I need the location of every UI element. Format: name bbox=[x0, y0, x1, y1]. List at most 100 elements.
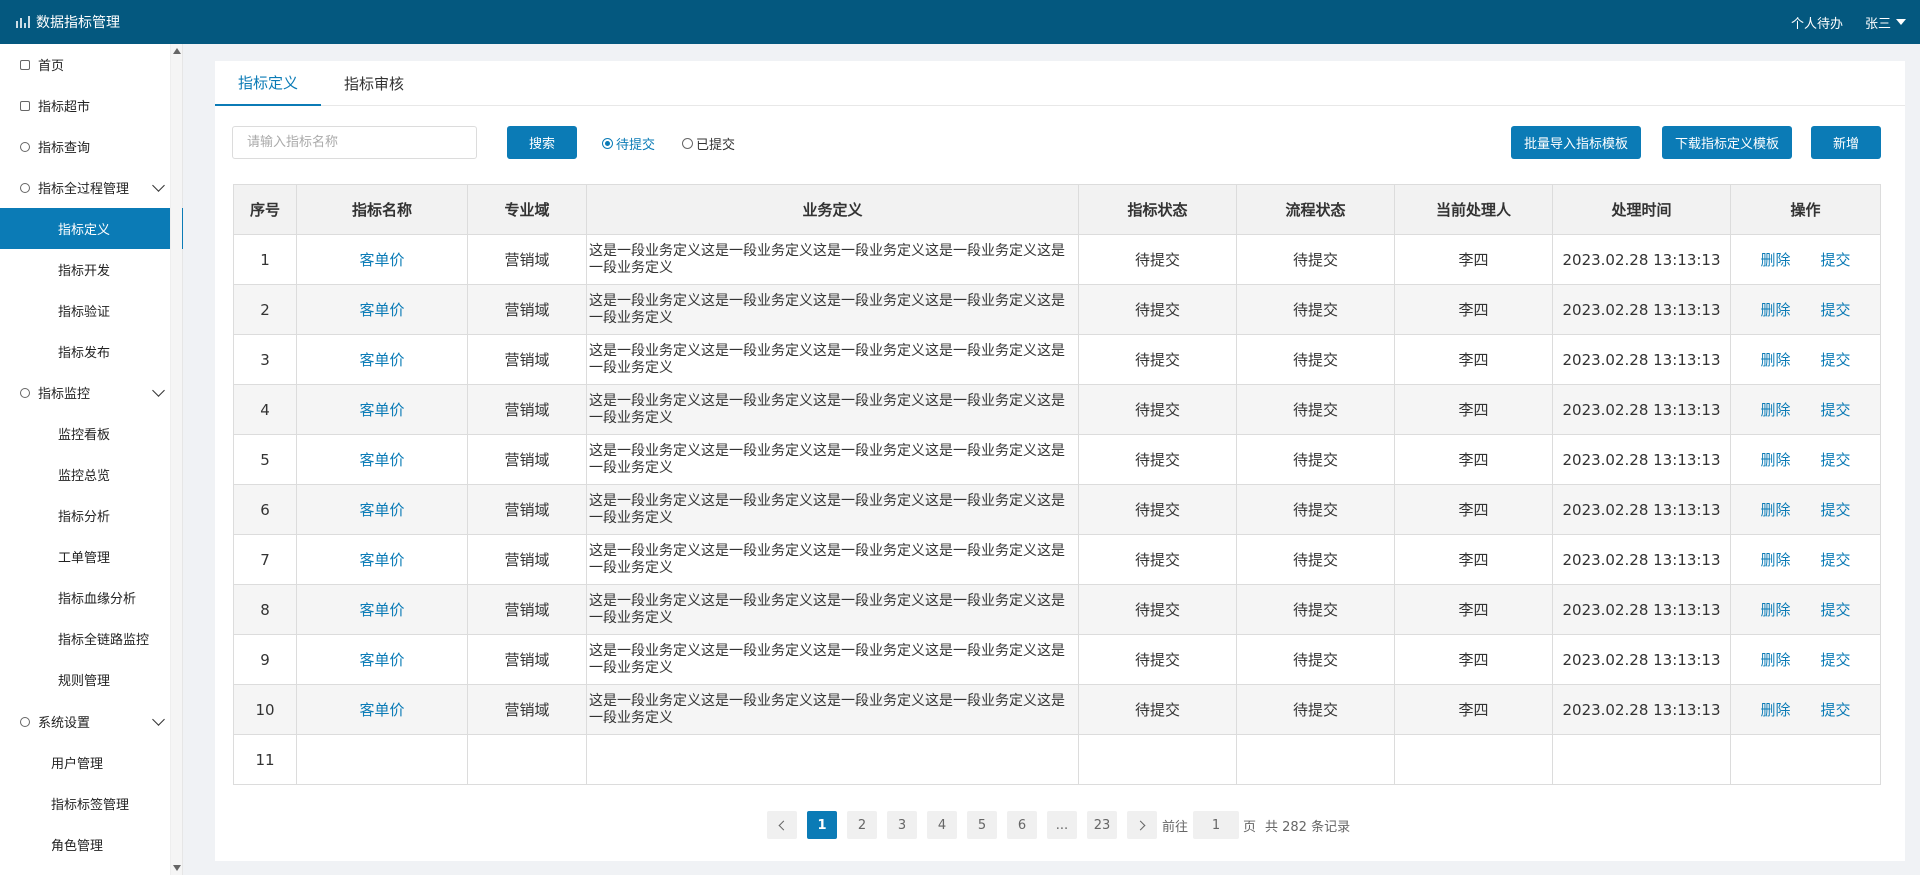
submit-link[interactable]: 提交 bbox=[1821, 551, 1851, 569]
delete-link[interactable]: 删除 bbox=[1760, 701, 1790, 719]
delete-link[interactable]: 删除 bbox=[1760, 301, 1790, 319]
delete-link[interactable]: 删除 bbox=[1760, 251, 1790, 269]
scroll-down-icon[interactable] bbox=[173, 865, 181, 871]
next-page-button[interactable] bbox=[1127, 811, 1157, 839]
search-button[interactable]: 搜索 bbox=[507, 126, 577, 159]
submit-link[interactable]: 提交 bbox=[1821, 701, 1851, 719]
page-button[interactable]: 1 bbox=[807, 811, 837, 839]
sidebar-scrollbar[interactable] bbox=[170, 44, 182, 875]
batch-import-button[interactable]: 批量导入指标模板 bbox=[1511, 126, 1641, 159]
delete-link[interactable]: 删除 bbox=[1760, 451, 1790, 469]
indicator-name-link[interactable]: 客单价 bbox=[359, 551, 404, 569]
submit-link[interactable]: 提交 bbox=[1821, 301, 1851, 319]
top-bar: 数据指标管理 个人待办 张三 bbox=[0, 0, 1920, 44]
user-menu[interactable]: 张三 bbox=[1865, 13, 1906, 32]
personal-todo-link[interactable]: 个人待办 bbox=[1791, 13, 1843, 32]
goto-page-input[interactable] bbox=[1193, 811, 1239, 839]
domain-cell: 营销域 bbox=[467, 684, 587, 735]
sidebar-item-overview[interactable]: 监控总览 bbox=[0, 454, 171, 495]
sidebar-group-settings[interactable]: 系统设置 bbox=[0, 701, 171, 742]
sidebar-item-query[interactable]: 指标查询 bbox=[0, 126, 171, 167]
sidebar-item-publish[interactable]: 指标发布 bbox=[0, 331, 171, 372]
submit-link[interactable]: 提交 bbox=[1821, 501, 1851, 519]
sidebar-item-analysis[interactable]: 指标分析 bbox=[0, 495, 171, 536]
page-button[interactable]: 2 bbox=[847, 811, 877, 839]
operations-cell: 删除 提交 bbox=[1730, 384, 1881, 435]
sidebar-item-users[interactable]: 用户管理 bbox=[0, 742, 171, 783]
page-button[interactable]: 3 bbox=[887, 811, 917, 839]
search-input[interactable] bbox=[232, 126, 477, 159]
submit-link[interactable]: 提交 bbox=[1821, 401, 1851, 419]
sidebar-group-lifecycle[interactable]: 指标全过程管理 bbox=[0, 167, 171, 208]
indicator-name-link[interactable]: 客单价 bbox=[359, 601, 404, 619]
delete-link[interactable]: 删除 bbox=[1760, 601, 1790, 619]
chevron-down-icon bbox=[152, 179, 165, 192]
indicator-name-link[interactable]: 客单价 bbox=[359, 301, 404, 319]
handler-cell: 李四 bbox=[1394, 684, 1553, 735]
tab-review[interactable]: 指标审核 bbox=[321, 61, 427, 106]
prev-page-button[interactable] bbox=[767, 811, 797, 839]
page-button[interactable]: 23 bbox=[1087, 811, 1117, 839]
submit-link[interactable]: 提交 bbox=[1821, 251, 1851, 269]
radio-pending[interactable]: 待提交 bbox=[602, 134, 655, 153]
table-row: 10 客单价 营销域 这是一段业务定义这是一段业务定义这是一段业务定义这是一段业务定义… bbox=[233, 684, 1881, 735]
column-header: 指标状态 bbox=[1078, 184, 1237, 235]
sidebar-item-rules[interactable]: 规则管理 bbox=[0, 659, 171, 700]
page-ellipsis[interactable]: ... bbox=[1047, 811, 1077, 839]
indicator-name-cell: 客单价 bbox=[296, 334, 468, 385]
sidebar-item-label: 指标验证 bbox=[58, 305, 111, 320]
indicator-name-link[interactable]: 客单价 bbox=[359, 651, 404, 669]
definition-cell: 这是一段业务定义这是一段业务定义这是一段业务定义这是一段业务定义这是一段业务定义 bbox=[586, 634, 1079, 685]
page-unit-label: 页 bbox=[1243, 819, 1257, 835]
delete-link[interactable]: 删除 bbox=[1760, 351, 1790, 369]
indicator-name-link[interactable]: 客单价 bbox=[359, 251, 404, 269]
sidebar-item-market[interactable]: 指标超市 bbox=[0, 85, 171, 126]
indicator-name-link[interactable]: 客单价 bbox=[359, 401, 404, 419]
delete-link[interactable]: 删除 bbox=[1760, 551, 1790, 569]
page-button[interactable]: 5 bbox=[967, 811, 997, 839]
sidebar-item-development[interactable]: 指标开发 bbox=[0, 249, 171, 290]
sidebar-item-lineage[interactable]: 指标血缘分析 bbox=[0, 577, 171, 618]
page-button[interactable]: 4 bbox=[927, 811, 957, 839]
indicator-name-link[interactable]: 客单价 bbox=[359, 451, 404, 469]
delete-link[interactable]: 删除 bbox=[1760, 651, 1790, 669]
submit-link[interactable]: 提交 bbox=[1821, 351, 1851, 369]
indicator-name-link[interactable]: 客单价 bbox=[359, 701, 404, 719]
flow-status-cell: 待提交 bbox=[1236, 534, 1395, 585]
page-button[interactable]: 6 bbox=[1007, 811, 1037, 839]
main-scrollbar[interactable] bbox=[1905, 44, 1920, 875]
domain-cell: 营销域 bbox=[467, 584, 587, 635]
sidebar-group-monitor[interactable]: 指标监控 bbox=[0, 372, 171, 413]
empty-cell bbox=[296, 734, 468, 785]
handler-cell: 李四 bbox=[1394, 584, 1553, 635]
sidebar-item-definition[interactable]: 指标定义 bbox=[0, 208, 183, 249]
add-button[interactable]: 新增 bbox=[1811, 126, 1881, 159]
operations-cell: 删除 提交 bbox=[1730, 284, 1881, 335]
radio-submitted[interactable]: 已提交 bbox=[682, 134, 735, 153]
submit-link[interactable]: 提交 bbox=[1821, 451, 1851, 469]
download-template-button[interactable]: 下载指标定义模板 bbox=[1662, 126, 1792, 159]
sidebar-item-dashboard[interactable]: 监控看板 bbox=[0, 413, 171, 454]
sidebar-item-validation[interactable]: 指标验证 bbox=[0, 290, 171, 331]
column-header: 业务定义 bbox=[586, 184, 1079, 235]
brand[interactable]: 数据指标管理 bbox=[0, 12, 120, 32]
sidebar-item-fullchain[interactable]: 指标全链路监控 bbox=[0, 618, 171, 659]
submit-link[interactable]: 提交 bbox=[1821, 651, 1851, 669]
indicator-name-link[interactable]: 客单价 bbox=[359, 351, 404, 369]
time-cell: 2023.02.28 13:13:13 bbox=[1552, 684, 1731, 735]
delete-link[interactable]: 删除 bbox=[1760, 501, 1790, 519]
delete-link[interactable]: 删除 bbox=[1760, 401, 1790, 419]
sidebar-item-tags[interactable]: 指标标签管理 bbox=[0, 783, 171, 824]
sidebar-item-home[interactable]: 首页 bbox=[0, 44, 171, 85]
indicator-name-link[interactable]: 客单价 bbox=[359, 501, 404, 519]
domain-cell: 营销域 bbox=[467, 284, 587, 335]
radio-checked-icon bbox=[602, 138, 613, 149]
submit-link[interactable]: 提交 bbox=[1821, 601, 1851, 619]
sidebar-item-roles[interactable]: 角色管理 bbox=[0, 824, 171, 865]
table-row: 6 客单价 营销域 这是一段业务定义这是一段业务定义这是一段业务定义这是一段业务定义这… bbox=[233, 484, 1881, 535]
scroll-up-icon[interactable] bbox=[173, 48, 181, 54]
tab-definition[interactable]: 指标定义 bbox=[215, 61, 321, 106]
domain-cell: 营销域 bbox=[467, 234, 587, 285]
operations-cell: 删除 提交 bbox=[1730, 534, 1881, 585]
sidebar-item-workorder[interactable]: 工单管理 bbox=[0, 536, 171, 577]
